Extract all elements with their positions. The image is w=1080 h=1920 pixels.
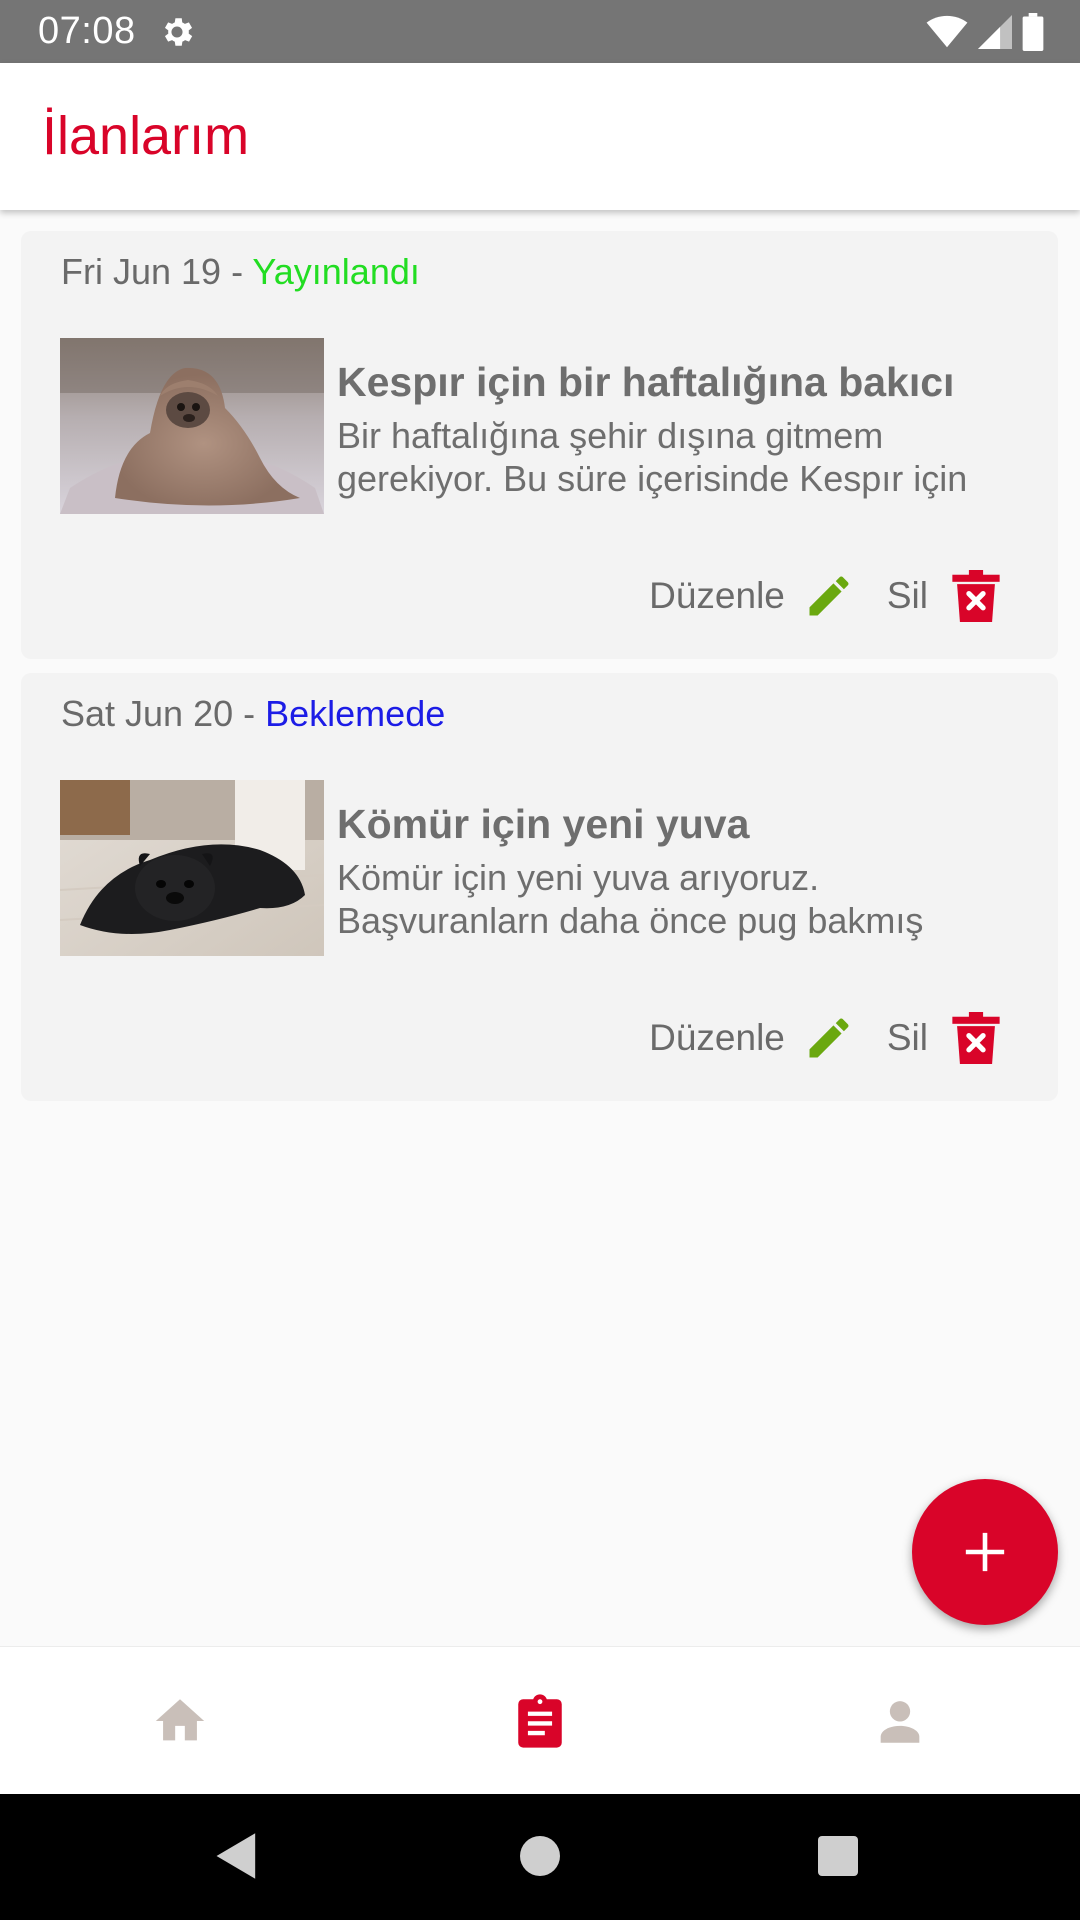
recents-icon[interactable] (818, 1836, 858, 1876)
back-icon[interactable] (214, 1831, 260, 1881)
home-icon (155, 1699, 205, 1741)
nav-profile[interactable] (720, 1647, 1080, 1795)
home-circle-icon[interactable] (520, 1836, 560, 1876)
system-navigation-bar (0, 1794, 1080, 1920)
listing-date: Fri Jun 19 (61, 251, 222, 292)
listing-meta: Fri Jun 19 - Yayınlandı (61, 251, 420, 293)
pug-in-blanket-photo (60, 338, 324, 514)
cell-signal-icon (978, 15, 1012, 49)
pencil-icon (809, 576, 849, 616)
listing-image (60, 780, 324, 956)
person-icon (880, 1701, 920, 1743)
bottom-navigation (0, 1646, 1080, 1794)
app-bar: İlanlarım (0, 63, 1080, 210)
listing-actions: Düzenle Sil (649, 570, 1000, 622)
battery-icon (1022, 13, 1044, 51)
meta-separator: - (233, 693, 266, 734)
pencil-icon (809, 1018, 849, 1058)
add-listing-button[interactable] (912, 1479, 1058, 1625)
listing-card[interactable]: Fri Jun 19 - Yayınlandı Kespır için bir … (21, 231, 1058, 659)
delete-button[interactable]: Sil (887, 1012, 1000, 1064)
listing-date: Sat Jun 20 (61, 693, 234, 734)
edit-button[interactable]: Düzenle (649, 1012, 855, 1064)
settings-icon (164, 18, 193, 46)
edit-button[interactable]: Düzenle (649, 570, 855, 622)
listings-list: Fri Jun 19 - Yayınlandı Kespır için bir … (0, 210, 1080, 1646)
listing-title: Kespır için bir haftalığına bakıcı (337, 359, 955, 405)
plus-icon (965, 1532, 1005, 1572)
status-badge: Yayınlandı (252, 251, 420, 292)
listing-description: Bir haftalığına şehir dışına gitmem gere… (337, 415, 968, 499)
listing-title: Kömür için yeni yuva (337, 801, 750, 847)
delete-label: Sil (886, 575, 928, 616)
wifi-icon (926, 15, 968, 48)
nav-home[interactable] (0, 1647, 360, 1795)
trash-icon (952, 570, 1000, 622)
delete-label: Sil (886, 1017, 928, 1058)
delete-button[interactable]: Sil (887, 570, 1000, 622)
listing-actions: Düzenle Sil (649, 1012, 1000, 1064)
status-bar: 07:08 (0, 0, 1080, 63)
listing-image (60, 338, 324, 514)
status-icons (926, 12, 1044, 52)
listing-description: Kömür için yeni yuva arıyoruz. Başvuranl… (337, 857, 924, 941)
meta-separator: - (221, 251, 253, 292)
nav-my-listings[interactable] (360, 1647, 720, 1795)
black-pug-photo (60, 780, 324, 956)
listing-card[interactable]: Sat Jun 20 - Beklemede Kömür için yeni y… (21, 673, 1058, 1101)
clipboard-list-icon (518, 1694, 562, 1748)
trash-icon (952, 1012, 1000, 1064)
page-title: İlanlarım (42, 106, 250, 166)
status-time: 07:08 (38, 10, 136, 52)
status-badge: Beklemede (265, 693, 446, 734)
edit-label: Düzenle (649, 575, 785, 616)
listing-meta: Sat Jun 20 - Beklemede (61, 693, 445, 735)
edit-label: Düzenle (649, 1017, 785, 1058)
